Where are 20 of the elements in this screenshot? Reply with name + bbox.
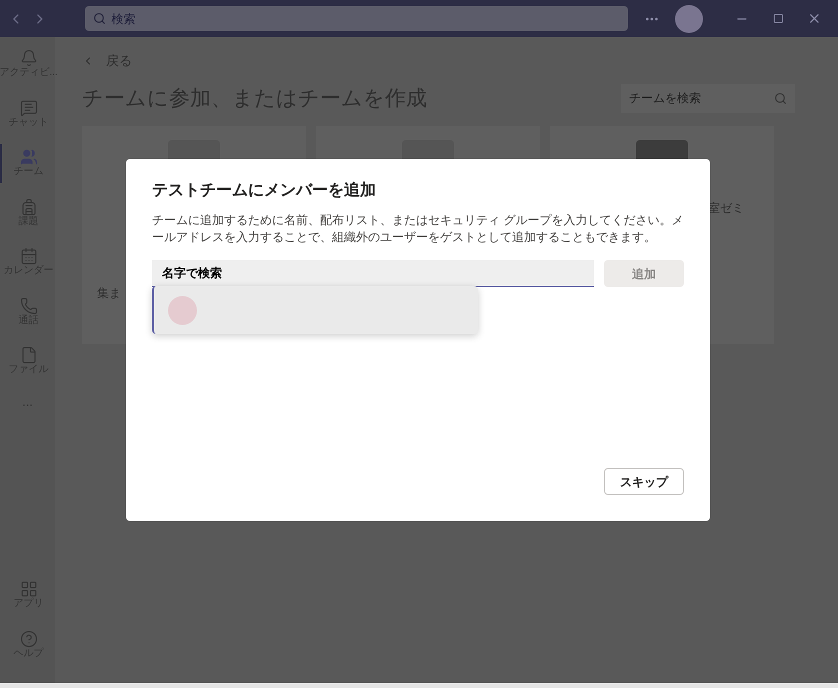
calendar-icon <box>20 247 38 265</box>
team-search-field[interactable]: チームを検索 <box>621 84 795 113</box>
avatar <box>168 296 197 324</box>
name-search-field[interactable]: 名字で検索 <box>152 260 594 287</box>
chat-icon <box>20 98 38 116</box>
backpack-icon <box>20 198 38 216</box>
apps-icon <box>20 580 38 598</box>
search-field[interactable]: 検索 <box>85 6 628 31</box>
maximize-icon[interactable] <box>772 13 784 24</box>
more-apps[interactable]: ... <box>22 392 33 411</box>
help-icon <box>20 630 38 648</box>
file-icon <box>20 346 38 364</box>
dialog-description: チームに追加するために名前、配布リスト、またはセキュリティ グループを入力してください。メールアドレスを入力することで、組織外のユーザーをゲストとして追加することもできます。 <box>152 212 684 246</box>
search-icon <box>774 92 787 105</box>
bell-icon <box>20 49 38 67</box>
dialog-title: テストチームにメンバーを追加 <box>152 180 377 201</box>
people-icon <box>20 148 38 166</box>
phone-icon <box>20 296 38 314</box>
avatar[interactable] <box>675 4 703 32</box>
skip-button[interactable]: スキップ <box>604 468 684 495</box>
